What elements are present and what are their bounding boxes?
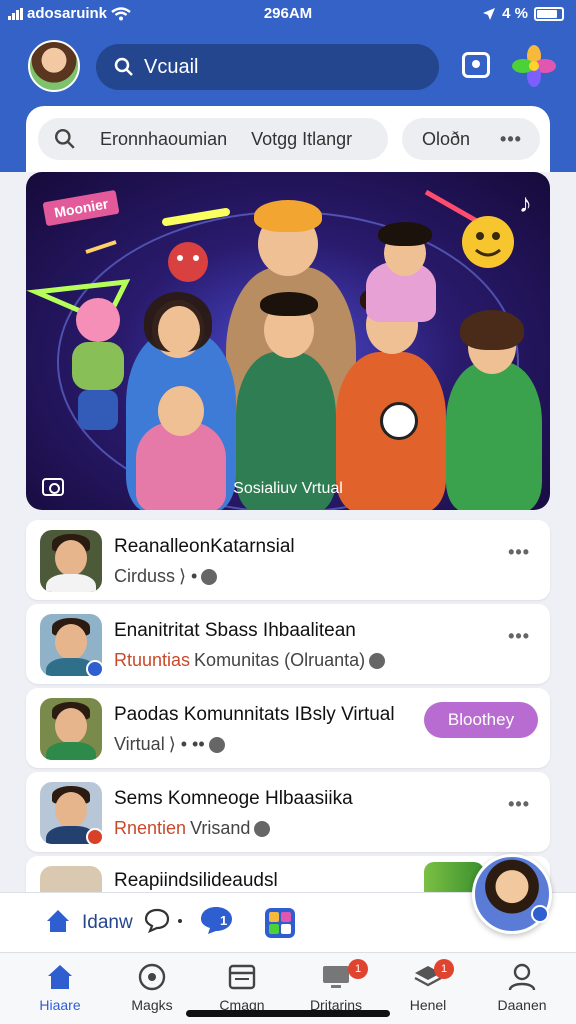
character-head: [158, 306, 200, 354]
avatar: [40, 698, 102, 760]
filter-more-pill[interactable]: Oloðn •••: [402, 118, 540, 160]
list-item-subtitle: Cirduss ⟩ •: [114, 566, 218, 587]
notification-badge: 1: [348, 959, 368, 979]
soccer-ball-icon: [380, 402, 418, 440]
nav-calendar[interactable]: Cmagn: [202, 963, 282, 1013]
notification-badge: 1: [434, 959, 454, 979]
filter-card: Eronnhaoumian Votgg Itlangr Oloðn •••: [26, 106, 550, 172]
calendar-icon: [228, 964, 256, 990]
status-badge: [86, 828, 104, 846]
character-hair: [378, 222, 432, 246]
nav-home-label: Hiaare: [39, 997, 81, 1013]
more-options-icon[interactable]: •••: [500, 129, 522, 150]
nav-groups[interactable]: Henel 1: [388, 959, 468, 1013]
nav-profile-label: Daanen: [497, 997, 547, 1013]
list-item[interactable]: Enanitritat Sbass Ihbaalitean Rtuuntias …: [26, 604, 550, 684]
monitor-icon: [323, 966, 349, 988]
music-note-icon: ♪: [519, 188, 532, 218]
featured-banner[interactable]: Moonier ♪ Sosialiuv Vrtual: [26, 172, 550, 510]
more-options-icon[interactable]: •••: [508, 626, 530, 647]
character-hair: [260, 292, 318, 316]
nav-profile[interactable]: Daanen: [482, 963, 562, 1013]
location-arrow-icon: [483, 7, 496, 20]
globe-icon: [254, 820, 271, 837]
status-bar: adosaruink 296AM 4 %: [0, 0, 576, 30]
list-item-subtitle: Virtual ⟩ • ••: [114, 734, 225, 755]
nav-watch[interactable]: Dritarins 1: [296, 959, 376, 1013]
avatar: [40, 530, 102, 592]
chat-bubble-icon[interactable]: [144, 907, 170, 933]
separator-dot: [178, 919, 182, 923]
list-item[interactable]: Paodas Komunnitats IBsly Virtual Virtual…: [26, 688, 550, 768]
apps-grid-icon[interactable]: [264, 907, 296, 939]
list-item-title: Reapiindsilideaudsl: [114, 870, 278, 891]
list-item-subtitle: Rtuuntias Komunitas (Olruanta): [114, 650, 386, 671]
more-options-icon[interactable]: •••: [508, 794, 530, 815]
nav-marketplace-label: Magks: [131, 997, 173, 1013]
profile-avatar[interactable]: [28, 40, 80, 92]
camera-icon[interactable]: [462, 52, 490, 78]
home-icon[interactable]: [44, 907, 72, 935]
filter-search-pill[interactable]: Eronnhaoumian Votgg Itlangr: [38, 118, 388, 160]
character-head: [158, 386, 204, 436]
location-icon: [369, 652, 386, 669]
filter-tab-2[interactable]: Votgg Itlangr: [251, 129, 352, 150]
filter-tab-1[interactable]: Eronnhaoumian: [100, 129, 227, 150]
list-item-title: Paodas Komunnitats IBsly Virtual: [114, 704, 395, 725]
battery-icon: [534, 6, 564, 21]
list-item-title: Enanitritat Sbass Ihbaalitean: [114, 620, 356, 641]
list-item-subtitle: Rnentien Vrisand: [114, 818, 271, 839]
floating-profile-avatar[interactable]: [472, 854, 552, 934]
search-bar[interactable]: Vcuail: [96, 44, 439, 90]
list-item-title: ReanalleonKatarnsial: [114, 536, 295, 557]
nav-groups-label: Henel: [409, 997, 447, 1013]
join-button[interactable]: Bloothey: [424, 702, 538, 738]
nav-home[interactable]: Hiaare: [20, 963, 100, 1013]
list-item[interactable]: Sems Komneoge Hlbaasiika Rnentien Vrisan…: [26, 772, 550, 852]
profile-icon: [508, 963, 536, 991]
list-item-title: Sems Komneoge Hlbaasiika: [114, 788, 353, 809]
filter-tab-3[interactable]: Oloðn: [422, 129, 470, 150]
home-icon: [48, 965, 72, 989]
marketplace-icon: [138, 963, 166, 991]
search-icon: [114, 57, 133, 76]
search-icon: [54, 128, 75, 149]
battery-percent: 4 %: [502, 5, 528, 22]
svg-text:1: 1: [220, 913, 227, 928]
globe-icon: [208, 736, 225, 753]
avatar: [40, 782, 104, 846]
character-hair: [254, 200, 322, 232]
more-options-icon[interactable]: •••: [508, 542, 530, 563]
character-hair: [460, 310, 524, 350]
list-item[interactable]: ReanalleonKatarnsial Cirduss ⟩ • •••: [26, 520, 550, 600]
home-indicator[interactable]: [186, 1010, 390, 1017]
app-logo-icon[interactable]: [512, 44, 556, 88]
nav-marketplace[interactable]: Magks: [112, 963, 192, 1013]
avatar: [40, 614, 104, 678]
verified-badge-icon: [531, 905, 549, 923]
verified-badge-icon: [86, 660, 104, 678]
heart-icon: [201, 568, 218, 585]
banner-caption: Sosialiuv Vrtual: [233, 480, 343, 497]
compose-label[interactable]: Idanw: [82, 912, 133, 934]
search-placeholder: Vcuail: [144, 55, 199, 78]
messenger-icon[interactable]: 1: [200, 905, 234, 935]
